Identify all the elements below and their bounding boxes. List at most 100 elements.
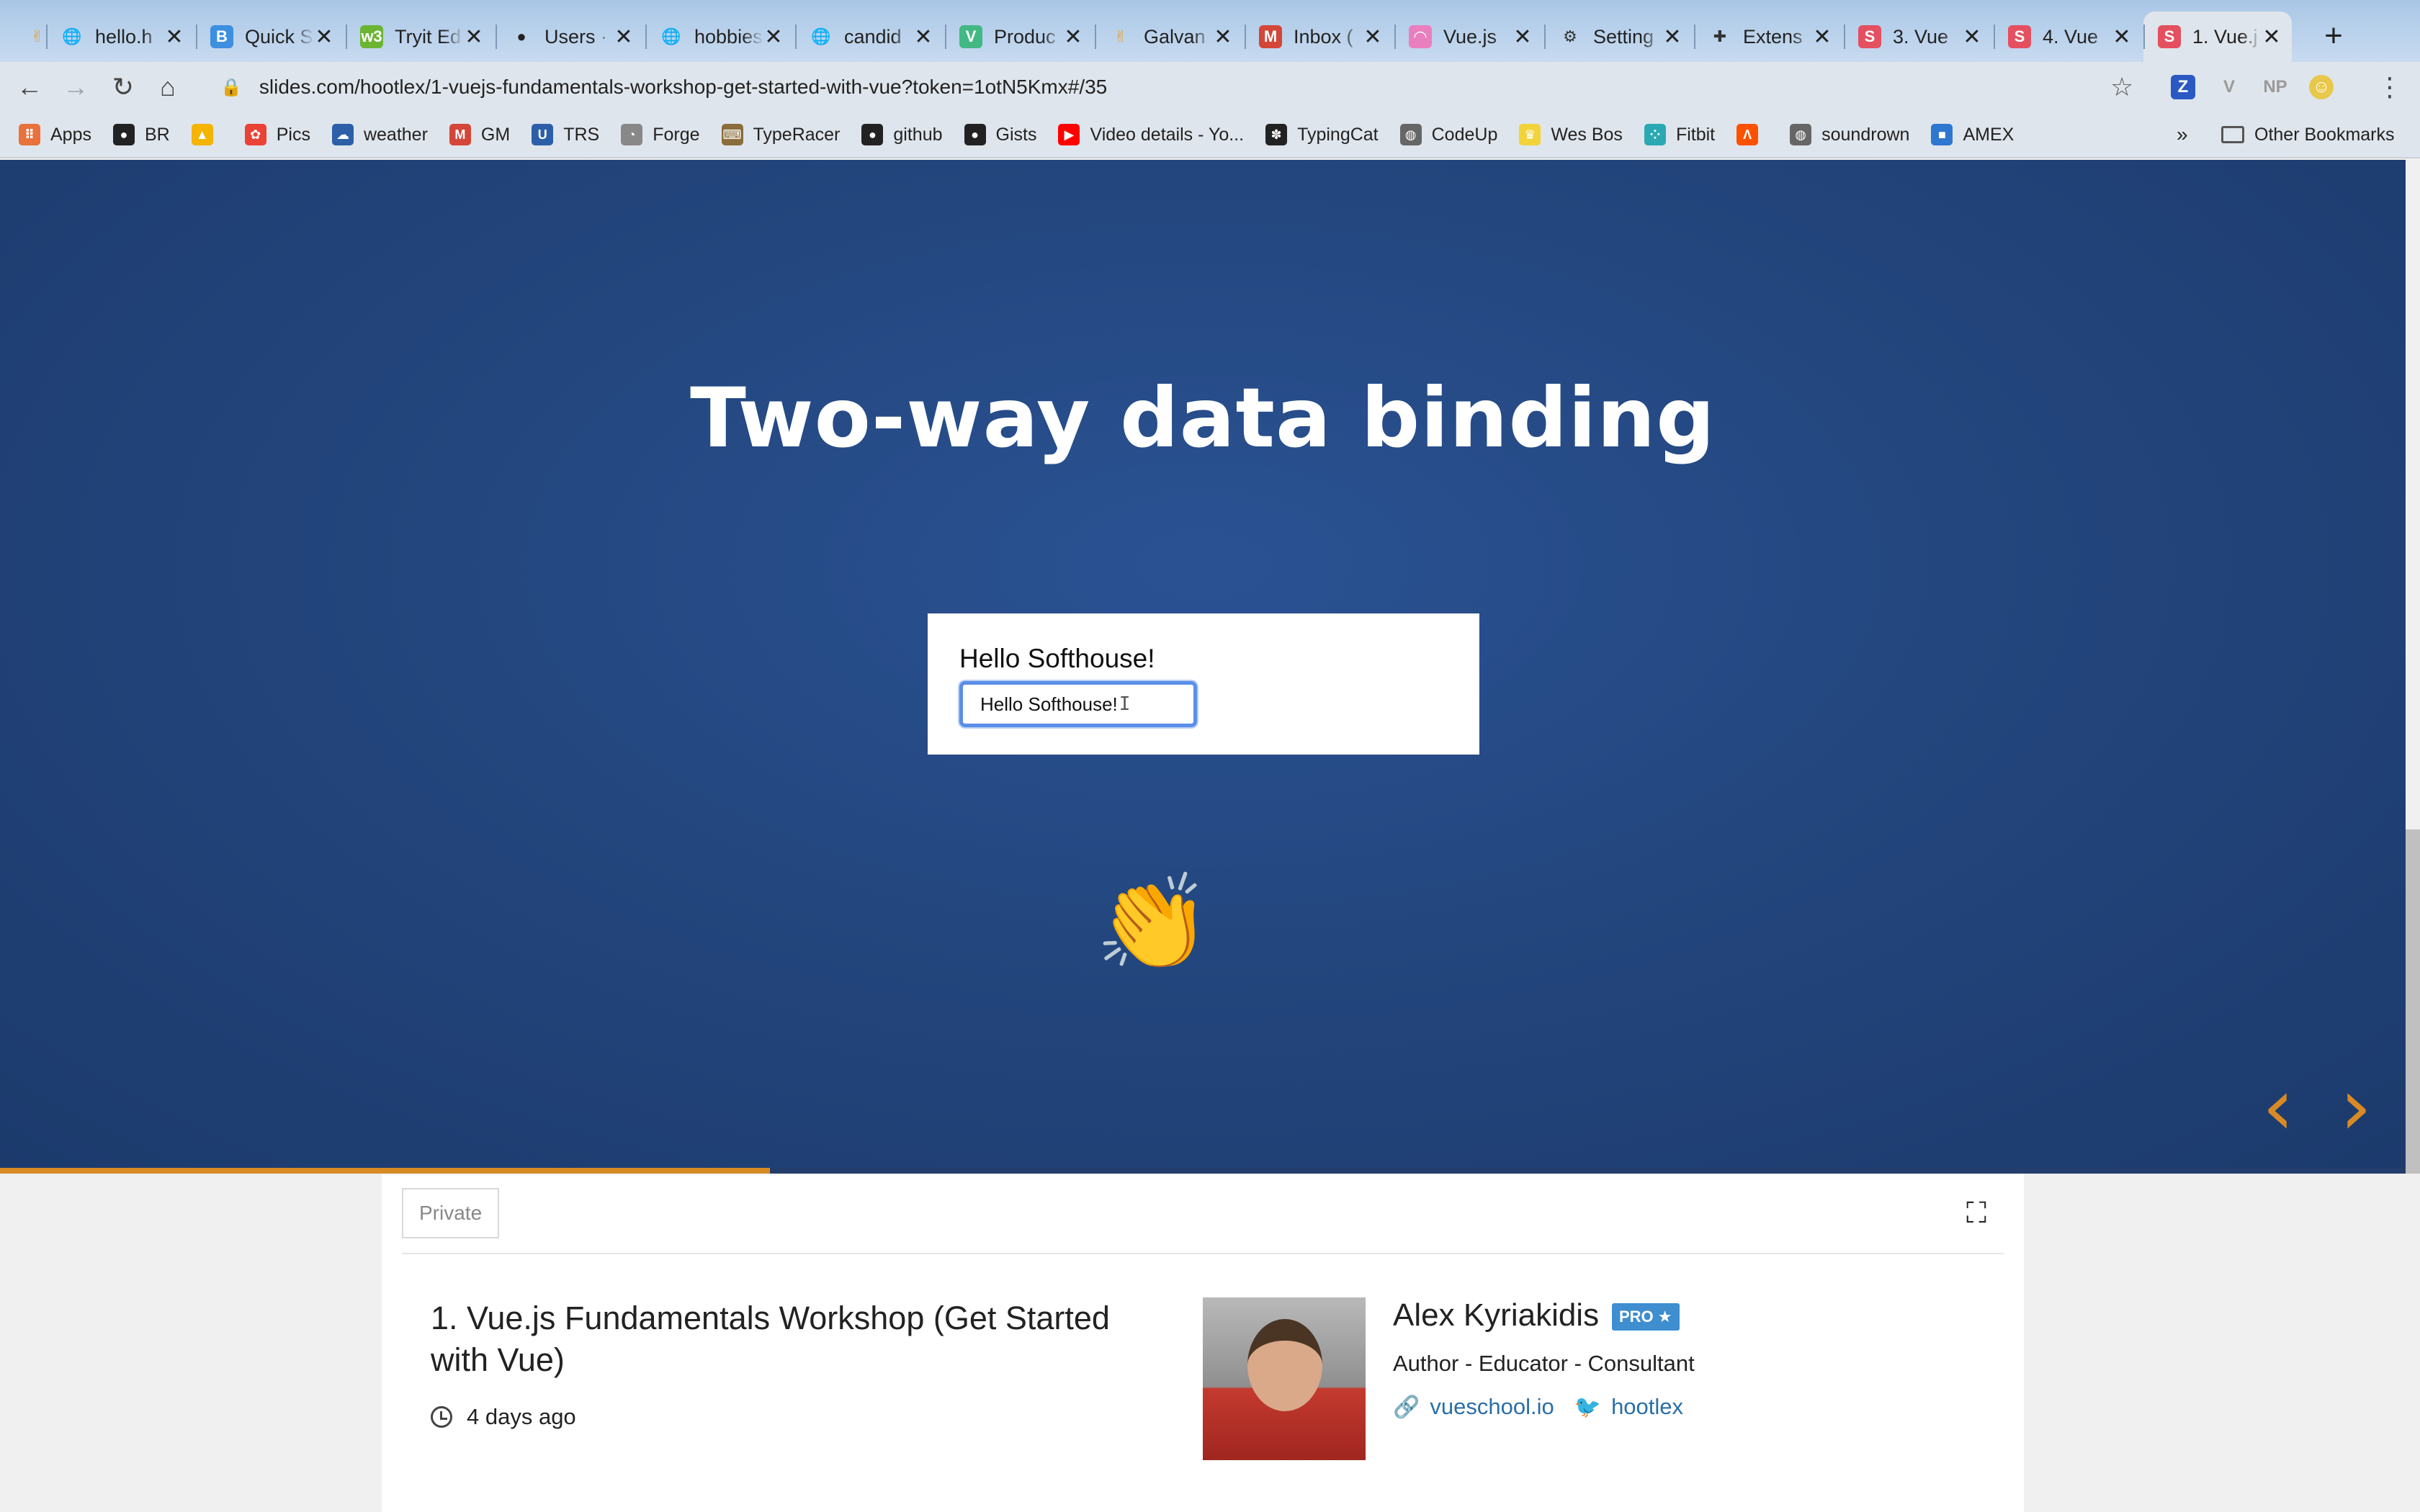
bookmarks-bar: ⠿ Apps ● BR ▲ ✿ Pics ☁ weather M GM U TRS ◔ Forge ⌨ Type…	[0, 112, 2420, 158]
close-tab-icon[interactable]: ✕	[763, 24, 784, 50]
close-tab-icon[interactable]: ✕	[2112, 24, 2132, 50]
close-tab-icon[interactable]: ✕	[1363, 24, 1383, 50]
author-twitter-link[interactable]: hootlex	[1611, 1394, 1683, 1420]
bookmark-item[interactable]: M GM	[449, 124, 510, 145]
close-tab-icon[interactable]: ✕	[1213, 24, 1233, 50]
browser-tab[interactable]: 🌐 hello.h ✕	[46, 12, 194, 62]
bookmark-item[interactable]: ⌨ TypeRacer	[721, 124, 840, 145]
close-tab-icon[interactable]: ✕	[314, 24, 334, 50]
close-tab-icon[interactable]: ✕	[913, 24, 933, 50]
bookmark-item[interactable]: ● BR	[112, 124, 170, 145]
bookmark-item[interactable]: ▲	[191, 124, 223, 145]
back-button[interactable]: ←	[10, 68, 49, 107]
close-tab-icon[interactable]: ✕	[1063, 24, 1083, 50]
new-tab-button[interactable]: +	[2313, 16, 2354, 56]
z-extension-icon[interactable]: Z	[2171, 75, 2195, 99]
bookmark-label: TRS	[563, 124, 600, 145]
browser-tab[interactable]: 🌐 hobbies ✕	[645, 12, 794, 62]
reload-button[interactable]: ↻	[104, 68, 143, 107]
bookmark-item[interactable]: ● github	[861, 124, 943, 145]
page-scrollbar[interactable]	[2406, 160, 2420, 1174]
w3-icon: w3	[360, 25, 383, 48]
browser-tab[interactable]: ✚ Extens ✕	[1694, 12, 1842, 62]
bookmark-item[interactable]: ☁ weather	[331, 124, 428, 145]
bookmark-label: TypingCat	[1297, 124, 1379, 145]
browser-menu-icon[interactable]: ⋮	[2377, 68, 2403, 107]
other-bookmarks-folder[interactable]: Other Bookmarks	[2221, 112, 2395, 157]
bookmark-star-icon[interactable]: ☆	[2110, 68, 2133, 107]
author-avatar[interactable]	[1203, 1297, 1366, 1460]
strava-icon: Λ	[1736, 124, 1759, 145]
np-extension-icon[interactable]: NP	[2263, 75, 2287, 99]
browser-tab[interactable]: w3 Tryit Ed ✕	[346, 12, 494, 62]
close-tab-icon[interactable]: ✕	[464, 24, 484, 50]
browser-tab[interactable]: V Produc ✕	[945, 12, 1093, 62]
bookmark-label: Forge	[653, 124, 700, 145]
bookmark-item[interactable]: ✽ TypingCat	[1265, 124, 1379, 145]
amex-icon: ■	[1931, 124, 1953, 145]
browser-tab[interactable]: B Quick S ✕	[196, 12, 344, 62]
address-bar[interactable]: 🔒 slides.com/hootlex/1-vuejs-fundamental…	[205, 66, 2149, 108]
browser-tab[interactable]: S 4. Vue ✕	[1994, 12, 2142, 62]
browser-tab[interactable]: ⚙ Setting ✕	[1544, 12, 1693, 62]
tab-title: 3. Vue	[1893, 25, 1949, 48]
author-website-link[interactable]: vueschool.io	[1430, 1394, 1554, 1420]
v-extension-icon[interactable]: V	[2217, 75, 2241, 99]
slide-progress-fill	[0, 1168, 770, 1174]
forward-button[interactable]: →	[56, 68, 95, 107]
bookmark-item[interactable]: ■ AMEX	[1931, 124, 2014, 145]
browser-tab[interactable]: ● Users · ✕	[496, 12, 644, 62]
author-name[interactable]: Alex Kyriakidis	[1393, 1297, 1599, 1333]
bookmark-item[interactable]: ● Gists	[964, 124, 1036, 145]
bookmark-item[interactable]: ♛ Wes Bos	[1519, 124, 1623, 145]
author-role: Author - Educator - Consultant	[1393, 1351, 1695, 1376]
close-tab-icon[interactable]: ✕	[1962, 24, 1982, 50]
bookmark-item[interactable]: ⁘ Fitbit	[1644, 124, 1715, 145]
bookmarks-overflow-button[interactable]: »	[2177, 112, 2188, 157]
bookmark-item[interactable]: U TRS	[532, 124, 599, 145]
tab-title: Inbox (	[1294, 25, 1353, 48]
vue-icon: V	[959, 25, 982, 48]
close-tab-icon[interactable]: ✕	[164, 24, 184, 50]
demo-text-input[interactable]: Hello Softhouse! I	[959, 681, 1197, 727]
bookmark-item[interactable]: ◍ soundrown	[1790, 124, 1909, 145]
forge-icon: ◔	[621, 124, 643, 145]
puzzle-icon: ✚	[1713, 27, 1727, 45]
slide-canvas: Two-way data binding Hello Softhouse! He…	[0, 160, 2406, 1174]
google-photos-icon: ✿	[244, 124, 266, 145]
globe-icon: ◍	[1399, 124, 1422, 145]
bookmark-label: weather	[363, 124, 428, 145]
bookmark-item[interactable]: ✿ Pics	[244, 124, 310, 145]
bookmark-item[interactable]: Λ	[1736, 124, 1768, 145]
prev-slide-arrow[interactable]: ‹	[2253, 1067, 2303, 1146]
github-icon: ●	[964, 124, 986, 145]
browser-tab[interactable]: M Inbox (✕	[1245, 12, 1393, 62]
browser-tab[interactable]: ✌ Galvan ✕	[1095, 12, 1243, 62]
bookmark-item[interactable]: ◔ Forge	[621, 124, 700, 145]
close-tab-icon[interactable]: ✕	[1812, 24, 1832, 50]
bookmark-item[interactable]: ▶ Video details - Yo...	[1058, 124, 1244, 145]
close-tab-icon[interactable]: ✕	[2262, 24, 2282, 50]
url-text[interactable]: slides.com/hootlex/1-vuejs-fundamentals-…	[259, 76, 1107, 99]
github-icon: ●	[516, 27, 526, 45]
scrollbar-thumb[interactable]	[2406, 829, 2420, 1174]
twitter-icon: 🐦	[1574, 1395, 1602, 1419]
visibility-badge: Private	[402, 1188, 500, 1238]
close-tab-icon[interactable]: ✕	[1512, 24, 1533, 50]
next-slide-arrow[interactable]: ›	[2331, 1067, 2381, 1146]
browser-tab[interactable]: 🌐 candid ✕	[795, 12, 944, 62]
close-tab-icon[interactable]: ✕	[614, 24, 634, 50]
browser-tab[interactable]: S 1. Vue.j ✕	[2143, 12, 2292, 62]
bookmark-label: Pics	[276, 124, 310, 145]
profile-avatar-icon[interactable]: ☺	[2309, 75, 2334, 99]
fullscreen-icon[interactable]: ⛶	[1966, 1195, 1986, 1231]
browser-tab[interactable]: ◠ Vue.js ✕	[1394, 12, 1543, 62]
bookmark-item[interactable]: ⠿ Apps	[19, 124, 91, 145]
close-tab-icon[interactable]: ✕	[1662, 24, 1682, 50]
google-drive-icon: ▲	[191, 124, 213, 145]
home-button[interactable]: ⌂	[148, 68, 187, 107]
other-bookmarks-label: Other Bookmarks	[2254, 125, 2395, 145]
browser-tab[interactable]: S 3. Vue ✕	[1844, 12, 1992, 62]
github-icon: ●	[861, 124, 884, 145]
bookmark-item[interactable]: ◍ CodeUp	[1399, 124, 1497, 145]
